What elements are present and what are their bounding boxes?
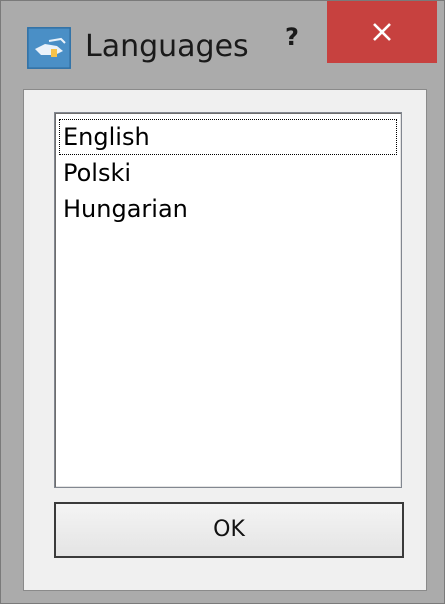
app-icon — [27, 27, 71, 69]
list-item-polski[interactable]: Polski — [59, 155, 397, 191]
list-item-english[interactable]: English — [59, 119, 397, 155]
list-item-hungarian[interactable]: Hungarian — [59, 191, 397, 227]
window-title: Languages — [85, 29, 249, 64]
close-button[interactable] — [327, 1, 437, 63]
languages-dialog: Languages ? English Polski Hungarian OK — [0, 0, 445, 604]
language-listbox[interactable]: English Polski Hungarian — [54, 112, 402, 488]
close-icon — [373, 23, 391, 41]
ok-button[interactable]: OK — [54, 502, 404, 558]
help-button[interactable]: ? — [271, 19, 313, 55]
title-bar[interactable]: Languages ? — [1, 1, 444, 89]
dialog-body: English Polski Hungarian OK — [23, 89, 427, 591]
